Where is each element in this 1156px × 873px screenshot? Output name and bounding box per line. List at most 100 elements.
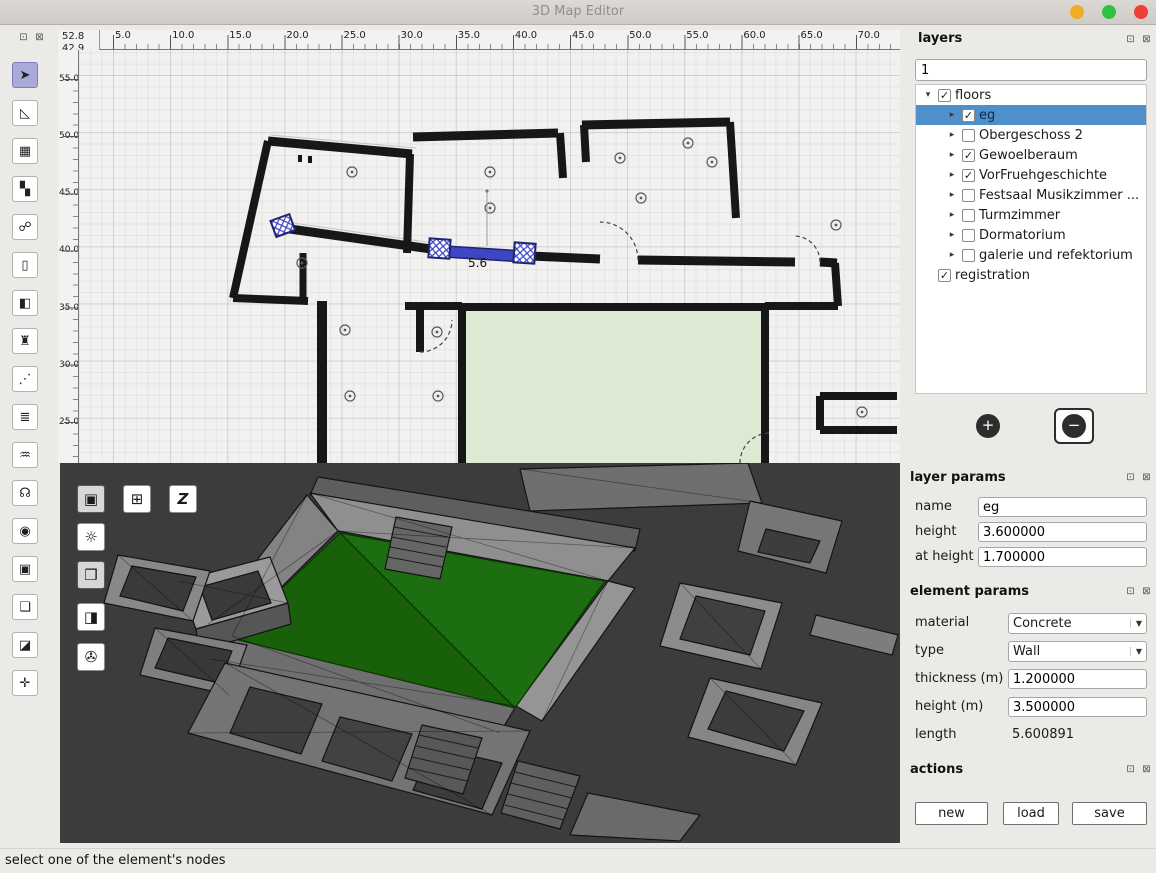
expander-icon[interactable]: ▸ bbox=[946, 130, 958, 140]
expander-icon[interactable]: ▸ bbox=[946, 190, 958, 200]
close-button[interactable] bbox=[1134, 5, 1148, 19]
horizontal-ruler: 5.010.015.020.025.030.035.040.045.050.05… bbox=[100, 30, 900, 50]
image-tool[interactable]: ▣ bbox=[12, 556, 38, 582]
layer-checkbox[interactable] bbox=[962, 229, 975, 242]
expander-icon[interactable]: ▸ bbox=[946, 230, 958, 240]
layer-row[interactable]: ▸ ✓ Gewoelberaum bbox=[916, 145, 1146, 165]
close-icon[interactable]: ⊠ bbox=[1140, 33, 1153, 46]
layer-checkbox[interactable]: ✓ bbox=[938, 269, 951, 282]
selection-length-label: 5.6 bbox=[468, 256, 487, 270]
stairs-tool[interactable]: ≣ bbox=[12, 404, 38, 430]
float-icon[interactable]: ⊡ bbox=[1124, 471, 1137, 484]
layer-checkbox[interactable]: ✓ bbox=[962, 169, 975, 182]
close-icon[interactable]: ⊠ bbox=[33, 31, 46, 44]
extrude-tool[interactable]: ❏ bbox=[12, 594, 38, 620]
door-tool[interactable]: ◧ bbox=[12, 290, 38, 316]
layers-filter-input[interactable] bbox=[915, 59, 1147, 81]
tool-icon: ◺ bbox=[20, 106, 30, 121]
layer-checkbox[interactable] bbox=[962, 209, 975, 222]
maximize-button[interactable] bbox=[1102, 5, 1116, 19]
expander-icon[interactable]: ▾ bbox=[922, 90, 934, 100]
layer-checkbox[interactable] bbox=[962, 189, 975, 202]
select-tool[interactable]: ➤ bbox=[12, 62, 38, 88]
expander-icon[interactable]: ▸ bbox=[946, 170, 958, 180]
green-room[interactable] bbox=[462, 307, 765, 463]
floorplan-canvas[interactable]: 5.6 bbox=[79, 50, 900, 463]
tool-icon: ☍ bbox=[18, 220, 31, 235]
pattern-tool[interactable]: ▚ bbox=[12, 176, 38, 202]
viewport-3d[interactable]: ▣ ⊞ Z ☼ ❒ ◨ ✇ bbox=[60, 463, 900, 843]
element-params-dock-controls: ⊡ ⊠ bbox=[1124, 585, 1153, 598]
layer-label: Dormatorium bbox=[979, 228, 1066, 243]
wifi-tool[interactable]: ♒ bbox=[12, 442, 38, 468]
layers-tree: ▾ ✓ floors ▸ ✓ eg ▸ Obergeschoss 2 ▸ ✓ G… bbox=[915, 84, 1147, 394]
material-select[interactable]: Concrete ▼ bbox=[1008, 613, 1147, 634]
load-button[interactable]: load bbox=[1003, 802, 1059, 825]
furniture-tool[interactable]: ♜ bbox=[12, 328, 38, 354]
tool-icon: ➤ bbox=[20, 68, 31, 83]
float-icon[interactable]: ⊡ bbox=[1124, 33, 1137, 46]
thickness-label: thickness (m) bbox=[915, 671, 1003, 686]
grid-toggle-button[interactable]: ⊞ bbox=[123, 485, 151, 513]
layer-row[interactable]: ▸ Turmzimmer bbox=[916, 205, 1146, 225]
close-icon[interactable]: ⊠ bbox=[1140, 585, 1153, 598]
expander-icon[interactable]: ▸ bbox=[946, 250, 958, 260]
tool-icon: ▦ bbox=[19, 144, 31, 159]
tool-icon: ▚ bbox=[20, 182, 30, 197]
float-icon[interactable]: ⊡ bbox=[17, 31, 30, 44]
length-value: 5.600891 bbox=[1012, 727, 1074, 742]
tool-icon: ◪ bbox=[19, 638, 31, 653]
polygon-tool[interactable]: ◺ bbox=[12, 100, 38, 126]
path-tool[interactable]: ☍ bbox=[12, 214, 38, 240]
cylinder-tool[interactable]: ▯ bbox=[12, 252, 38, 278]
layer-checkbox[interactable] bbox=[962, 249, 975, 262]
layer-height-field[interactable] bbox=[978, 522, 1147, 542]
screenshot-button[interactable]: ▣ bbox=[77, 485, 105, 513]
fingerprint-tool[interactable]: ◉ bbox=[12, 518, 38, 544]
save-button[interactable]: save bbox=[1072, 802, 1147, 825]
light-button[interactable]: ☼ bbox=[77, 523, 105, 551]
type-select[interactable]: Wall ▼ bbox=[1008, 641, 1147, 662]
remove-layer-button[interactable]: − bbox=[1062, 414, 1086, 438]
thickness-field[interactable] bbox=[1008, 669, 1147, 689]
layer-at-height-field[interactable] bbox=[978, 547, 1147, 567]
polyline-tool[interactable]: ⋰ bbox=[12, 366, 38, 392]
layer-row[interactable]: ▸ galerie und refektorium bbox=[916, 245, 1146, 265]
expander-icon[interactable]: ▸ bbox=[946, 150, 958, 160]
tool-icon: ☊ bbox=[19, 486, 31, 501]
zsort-button[interactable]: Z bbox=[169, 485, 197, 513]
add-layer-button[interactable]: + bbox=[976, 414, 1000, 438]
layer-row[interactable]: ▾ ✓ floors bbox=[916, 85, 1146, 105]
layer-checkbox[interactable]: ✓ bbox=[938, 89, 951, 102]
expander-icon[interactable]: ▸ bbox=[946, 210, 958, 220]
material-label: material bbox=[915, 615, 969, 630]
layer-name-field[interactable] bbox=[978, 497, 1147, 517]
texture-tool[interactable]: ▦ bbox=[12, 138, 38, 164]
expander-icon[interactable]: ▸ bbox=[946, 110, 958, 120]
door-visibility-button[interactable]: ◨ bbox=[77, 603, 105, 631]
layer-row[interactable]: ▸ ✓ eg bbox=[916, 105, 1146, 125]
layer-checkbox[interactable]: ✓ bbox=[962, 149, 975, 162]
sound-tool[interactable]: ☊ bbox=[12, 480, 38, 506]
layer-row[interactable]: ▸ Dormatorium bbox=[916, 225, 1146, 245]
new-button[interactable]: new bbox=[915, 802, 988, 825]
compass-tool[interactable]: ✛ bbox=[12, 670, 38, 696]
element-height-field[interactable] bbox=[1008, 697, 1147, 717]
layer-label: VorFruehgeschichte bbox=[979, 168, 1107, 183]
layer-checkbox[interactable]: ✓ bbox=[962, 109, 975, 122]
close-icon[interactable]: ⊠ bbox=[1140, 763, 1153, 776]
save-3d-button[interactable]: ✇ bbox=[77, 643, 105, 671]
layer-label: Gewoelberaum bbox=[979, 148, 1078, 163]
float-icon[interactable]: ⊡ bbox=[1124, 585, 1137, 598]
layer-checkbox[interactable] bbox=[962, 129, 975, 142]
layer-row[interactable]: ✓ registration bbox=[916, 265, 1146, 285]
layer-row[interactable]: ▸ ✓ VorFruehgeschichte bbox=[916, 165, 1146, 185]
close-icon[interactable]: ⊠ bbox=[1140, 471, 1153, 484]
minimize-button[interactable] bbox=[1070, 5, 1084, 19]
layer-row[interactable]: ▸ Obergeschoss 2 bbox=[916, 125, 1146, 145]
cube-view-button[interactable]: ❒ bbox=[77, 561, 105, 589]
float-icon[interactable]: ⊡ bbox=[1124, 763, 1137, 776]
height-label: height bbox=[915, 524, 956, 539]
layer-row[interactable]: ▸ Festsaal Musikzimmer ... bbox=[916, 185, 1146, 205]
eraser-tool[interactable]: ◪ bbox=[12, 632, 38, 658]
